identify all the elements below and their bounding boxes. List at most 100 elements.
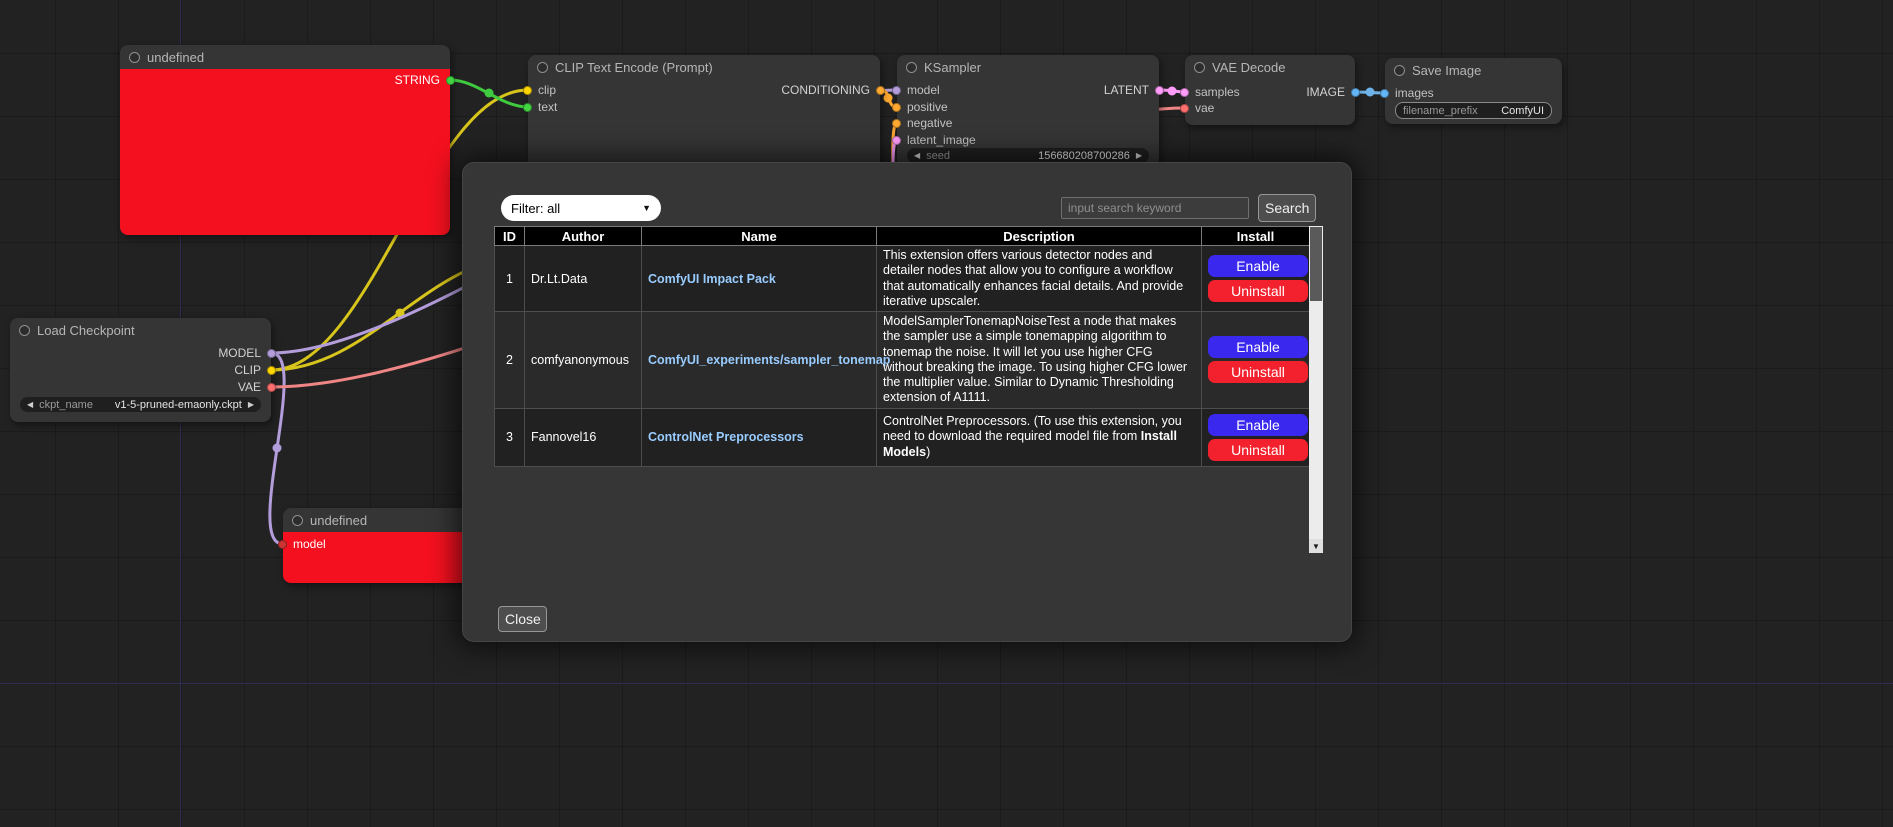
image-port-icon[interactable] xyxy=(1380,89,1389,98)
string-port-icon[interactable] xyxy=(523,103,532,112)
node-header: undefined xyxy=(120,45,450,69)
port-label: STRING xyxy=(395,73,440,87)
model-port-icon[interactable] xyxy=(892,86,901,95)
cell-install: Enable Uninstall xyxy=(1202,408,1310,466)
node-header: CLIP Text Encode (Prompt) xyxy=(528,55,880,79)
next-arrow-icon[interactable]: ▶ xyxy=(248,400,254,409)
cell-author: Dr.Lt.Data xyxy=(525,246,642,312)
input-samples[interactable]: samples xyxy=(1180,85,1240,99)
collapse-dot-icon[interactable] xyxy=(292,515,303,526)
conditioning-port-icon[interactable] xyxy=(892,119,901,128)
image-port-icon[interactable] xyxy=(1351,88,1360,97)
output-model[interactable]: MODEL xyxy=(218,346,276,360)
input-positive[interactable]: positive xyxy=(892,100,948,114)
output-clip[interactable]: CLIP xyxy=(234,363,276,377)
collapse-dot-icon[interactable] xyxy=(537,62,548,73)
output-image[interactable]: IMAGE xyxy=(1306,85,1360,99)
conditioning-port-icon[interactable] xyxy=(876,86,885,95)
cell-name: ComfyUI_experiments/sampler_tonemap xyxy=(642,312,877,409)
column-header: Description xyxy=(877,227,1202,246)
input-model[interactable]: model xyxy=(278,537,326,551)
input-model[interactable]: model xyxy=(892,83,940,97)
input-negative[interactable]: negative xyxy=(892,116,952,130)
table-body: 1Dr.Lt.Data ComfyUI Impact Pack This exten… xyxy=(495,246,1310,467)
latent-port-icon[interactable] xyxy=(892,136,901,145)
vae-port-icon[interactable] xyxy=(267,383,276,392)
uninstall-button[interactable]: Uninstall xyxy=(1208,280,1308,302)
clip-port-icon[interactable] xyxy=(523,86,532,95)
increment-arrow-icon[interactable]: ▶ xyxy=(1136,151,1142,160)
column-header: Name xyxy=(642,227,877,246)
input-images[interactable]: images xyxy=(1380,86,1434,100)
scrollbar-thumb[interactable] xyxy=(1310,227,1322,301)
node-ksampler[interactable]: KSampler model positive negative latent_… xyxy=(897,55,1159,167)
extension-link[interactable]: ComfyUI Impact Pack xyxy=(648,272,776,286)
output-latent[interactable]: LATENT xyxy=(1104,83,1164,97)
filter-select[interactable]: Filter: all ▼ xyxy=(501,195,661,221)
enable-button[interactable]: Enable xyxy=(1208,336,1308,358)
uninstall-button[interactable]: Uninstall xyxy=(1208,439,1308,461)
node-title: undefined xyxy=(147,50,204,65)
node-graph-canvas[interactable]: undefined STRING CLIP Text Encode (Promp… xyxy=(0,0,1893,827)
enable-button[interactable]: Enable xyxy=(1208,255,1308,277)
previous-arrow-icon[interactable]: ◀ xyxy=(27,400,33,409)
cell-id: 2 xyxy=(495,312,525,409)
extensions-table-container: IDAuthorNameDescriptionInstall 1Dr.Lt.Da… xyxy=(494,226,1323,553)
collapse-dot-icon[interactable] xyxy=(1394,65,1405,76)
model-port-icon[interactable] xyxy=(267,349,276,358)
port-label: LATENT xyxy=(1104,83,1149,97)
clip-port-icon[interactable] xyxy=(267,366,276,375)
cell-name: ControlNet Preprocessors xyxy=(642,408,877,466)
vae-port-icon[interactable] xyxy=(1180,104,1189,113)
string-port-icon[interactable] xyxy=(446,76,455,85)
node-save-image[interactable]: Save Image images filename_prefix ComfyU… xyxy=(1385,58,1562,124)
node-title: VAE Decode xyxy=(1212,60,1285,75)
cell-description: This extension offers various detector n… xyxy=(877,246,1202,312)
input-latent-image[interactable]: latent_image xyxy=(892,133,976,147)
conditioning-port-icon[interactable] xyxy=(892,103,901,112)
ckpt-name-widget[interactable]: ◀ ckpt_name v1-5-pruned-emaonly.ckpt ▶ xyxy=(20,397,261,412)
input-clip[interactable]: clip xyxy=(523,83,556,97)
cell-id: 1 xyxy=(495,246,525,312)
decrement-arrow-icon[interactable]: ◀ xyxy=(914,151,920,160)
latent-port-icon[interactable] xyxy=(1180,88,1189,97)
table-row: 1Dr.Lt.Data ComfyUI Impact Pack This exten… xyxy=(495,246,1310,312)
search-input[interactable] xyxy=(1061,197,1249,219)
output-string[interactable]: STRING xyxy=(395,73,455,87)
latent-port-icon[interactable] xyxy=(1155,86,1164,95)
collapse-dot-icon[interactable] xyxy=(19,325,30,336)
port-label: vae xyxy=(1195,101,1214,115)
output-vae[interactable]: VAE xyxy=(238,380,276,394)
collapse-dot-icon[interactable] xyxy=(1194,62,1205,73)
uninstall-button[interactable]: Uninstall xyxy=(1208,361,1308,383)
node-vae-decode[interactable]: VAE Decode samples vae IMAGE xyxy=(1185,55,1355,125)
widget-value: 156680208700286 xyxy=(1038,150,1130,162)
enable-button[interactable]: Enable xyxy=(1208,414,1308,436)
port-label: model xyxy=(293,537,326,551)
wire-dot xyxy=(485,89,494,98)
node-undefined-top[interactable]: undefined STRING xyxy=(120,45,450,235)
extension-link[interactable]: ControlNet Preprocessors xyxy=(648,430,804,444)
input-text[interactable]: text xyxy=(523,100,557,114)
search-button[interactable]: Search xyxy=(1258,194,1316,222)
seed-widget[interactable]: ◀ seed 156680208700286 ▶ xyxy=(907,148,1149,163)
collapse-dot-icon[interactable] xyxy=(129,52,140,63)
wire-dot xyxy=(1168,87,1177,96)
scrollbar[interactable]: ▼ xyxy=(1309,226,1323,553)
node-load-checkpoint[interactable]: Load Checkpoint MODEL CLIP VAE ◀ ckpt_na… xyxy=(10,318,271,422)
port-label: samples xyxy=(1195,85,1240,99)
scroll-down-icon[interactable]: ▼ xyxy=(1309,539,1323,553)
output-conditioning[interactable]: CONDITIONING xyxy=(781,83,885,97)
error-node-body xyxy=(120,69,450,235)
close-button[interactable]: Close xyxy=(498,606,547,632)
collapse-dot-icon[interactable] xyxy=(906,62,917,73)
extension-link[interactable]: ComfyUI_experiments/sampler_tonemap xyxy=(648,353,890,367)
node-undefined-bottom[interactable]: undefined model xyxy=(283,508,473,583)
widget-label: ckpt_name xyxy=(39,399,93,411)
model-port-icon[interactable] xyxy=(278,540,287,549)
filename-prefix-widget[interactable]: filename_prefix ComfyUI xyxy=(1395,102,1552,119)
cell-description: ModelSamplerTonemapNoiseTest a node that… xyxy=(877,312,1202,409)
port-label: CLIP xyxy=(234,363,261,377)
port-label: MODEL xyxy=(218,346,261,360)
input-vae[interactable]: vae xyxy=(1180,101,1214,115)
